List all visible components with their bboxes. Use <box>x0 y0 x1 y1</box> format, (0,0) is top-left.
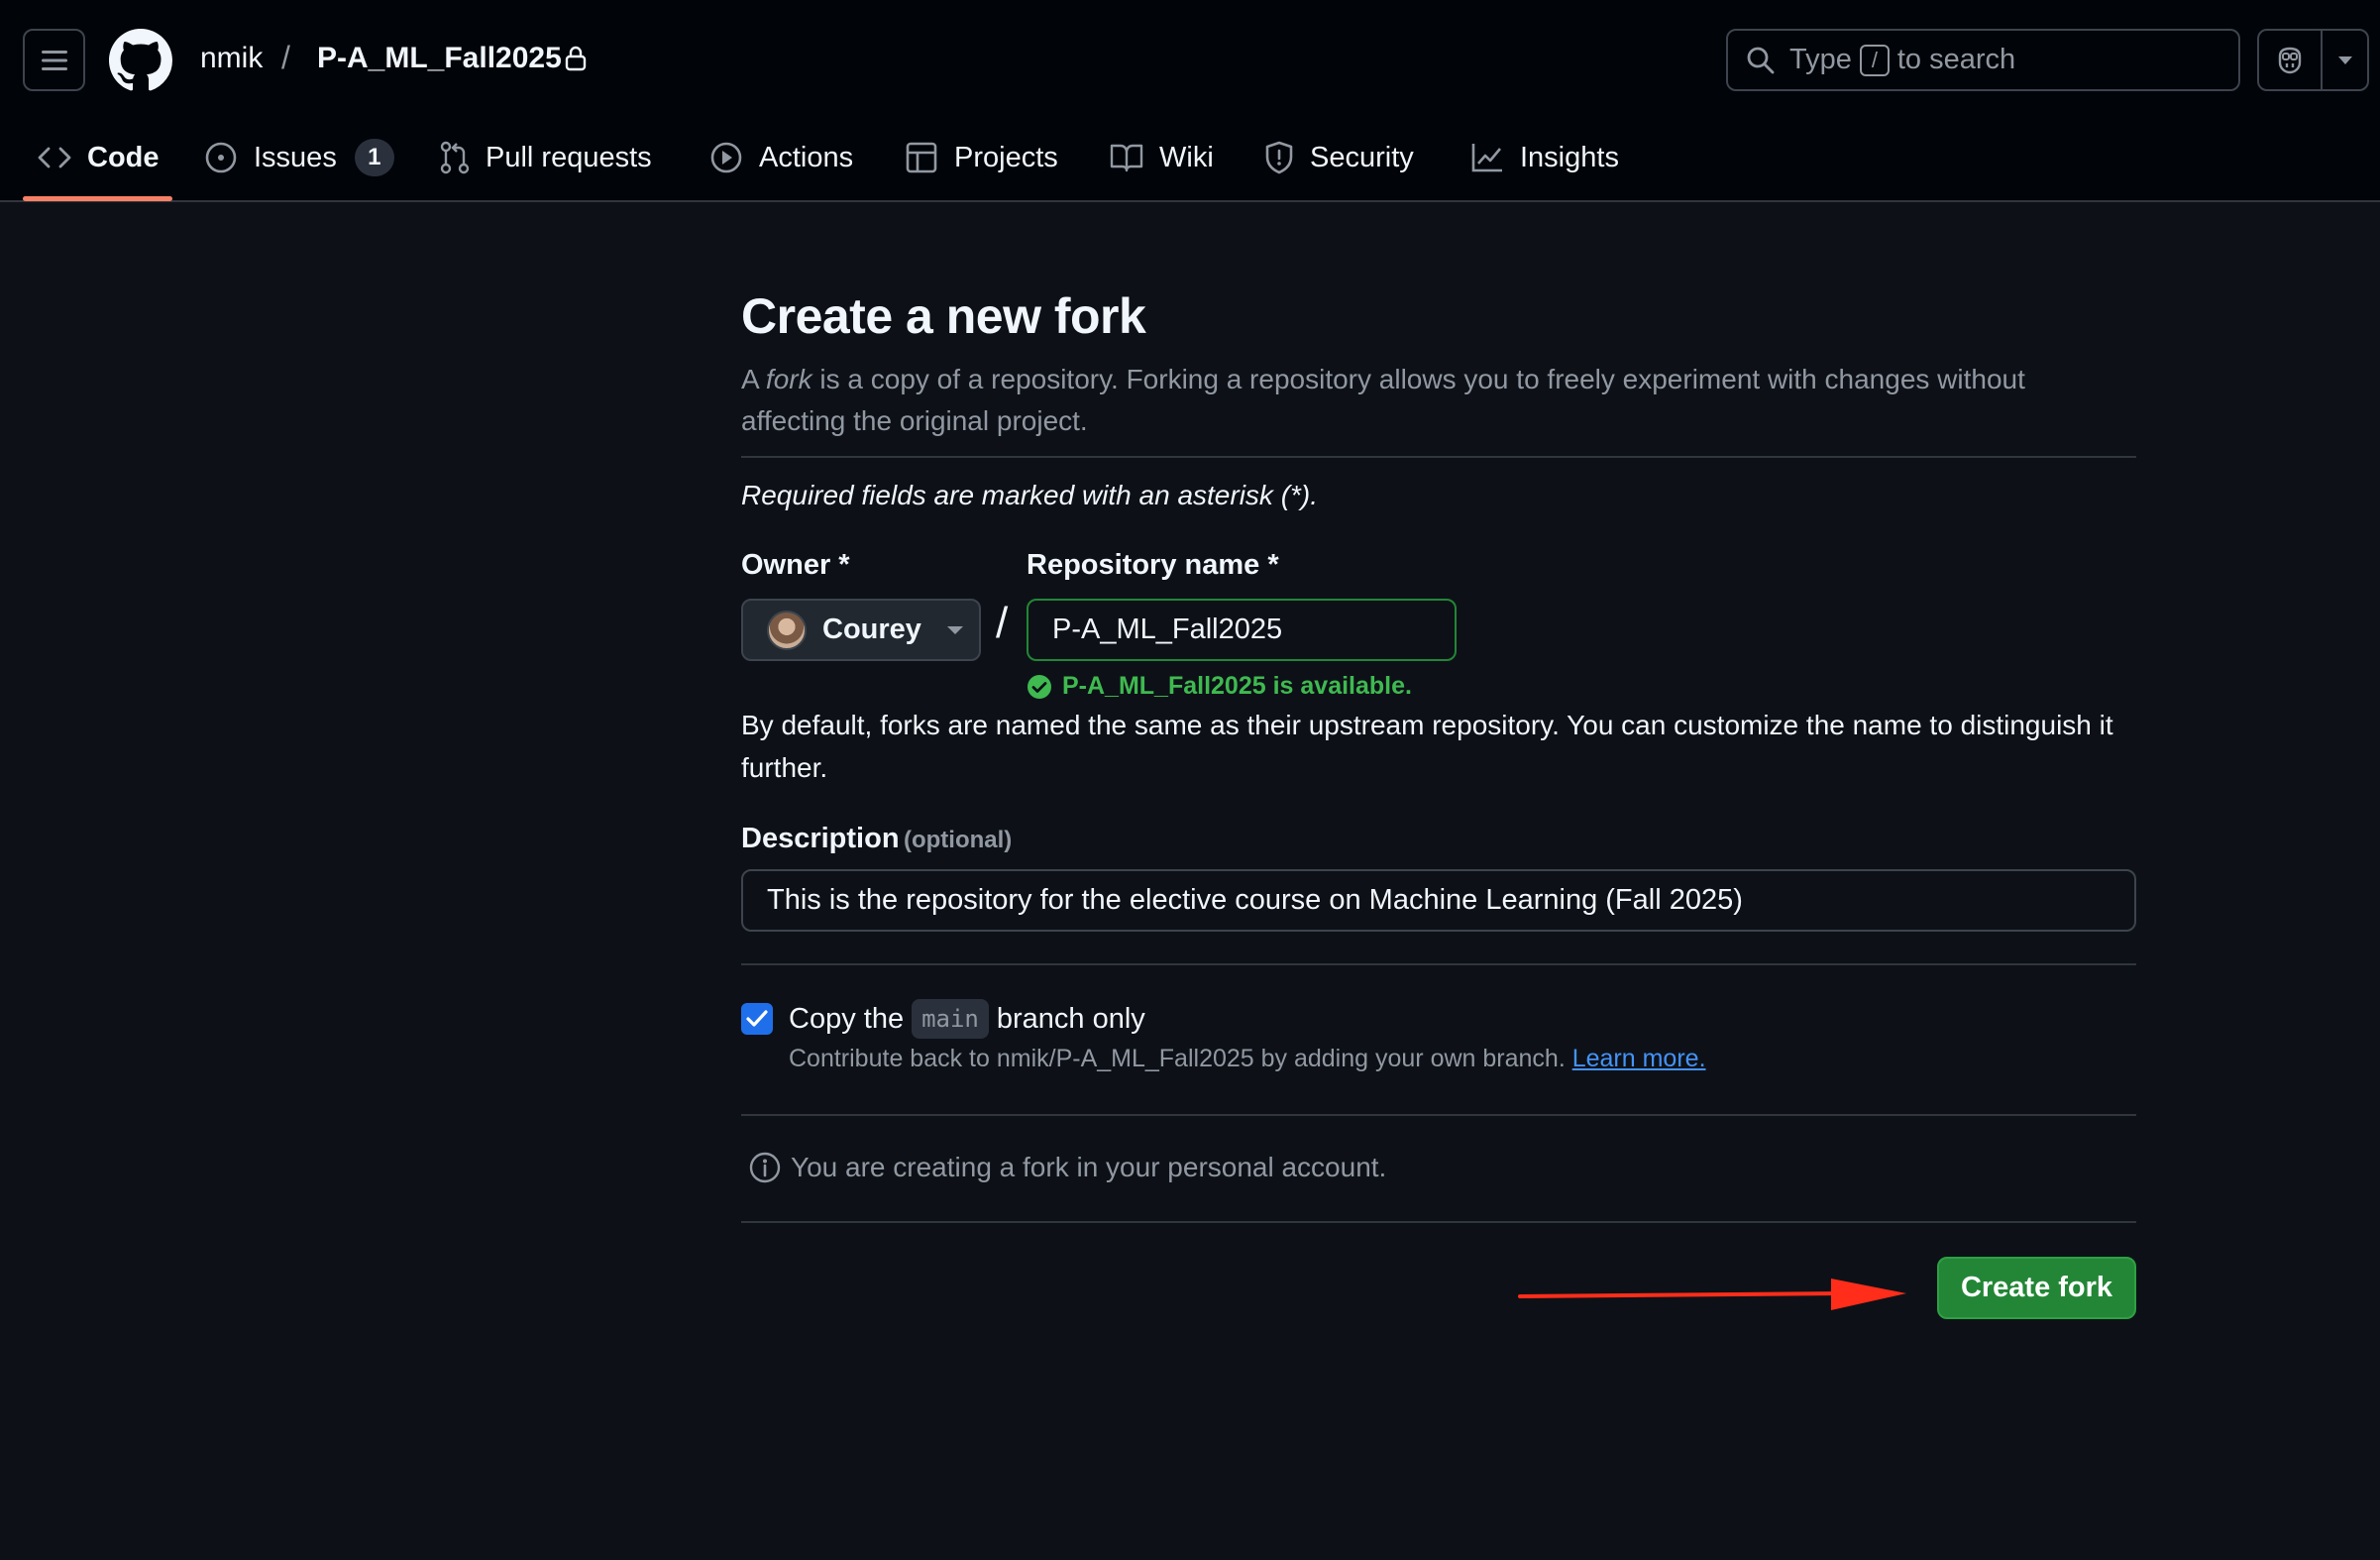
owner-repo-labels: Owner * Repository name * <box>741 549 2136 585</box>
branch-name-chip: main <box>912 999 989 1039</box>
active-tab-indicator <box>23 196 172 201</box>
code-icon <box>38 147 71 168</box>
hamburger-icon <box>41 50 67 70</box>
required-note: Required fields are marked with an aster… <box>741 480 1319 510</box>
learn-more-link[interactable]: Learn more. <box>1572 1045 1706 1072</box>
subtitle-em: fork <box>765 364 812 394</box>
copy-branch-label[interactable]: Copy the main branch only <box>789 999 1145 1039</box>
copilot-open[interactable] <box>2259 31 2323 89</box>
divider <box>741 1114 2136 1116</box>
lock-icon <box>565 46 587 71</box>
description-label-text: Description <box>741 823 900 854</box>
tab-pull-requests-label: Pull requests <box>486 141 652 173</box>
description-optional: (optional) <box>903 827 1013 853</box>
issue-icon <box>205 142 237 173</box>
divider <box>741 456 2136 458</box>
naming-note: By default, forks are named the same as … <box>741 710 2113 783</box>
search-suffix: to search <box>1896 44 2016 75</box>
check-circle-icon <box>1028 674 1051 699</box>
info-text: You are creating a fork in your personal… <box>791 1152 1387 1182</box>
tab-wiki-label: Wiki <box>1159 141 1214 173</box>
page-subtitle: A fork is a copy of a repository. Forkin… <box>741 359 2136 442</box>
tab-security[interactable]: Security <box>1264 125 1414 190</box>
tab-pull-requests[interactable]: Pull requests <box>440 125 652 190</box>
description-label: Description (optional) <box>741 823 2136 855</box>
tab-insights-label: Insights <box>1520 141 1619 173</box>
subtitle-pre: A <box>741 364 766 394</box>
repository-name-input[interactable]: P-A_ML_Fall2025 <box>1027 599 1457 661</box>
issues-count-badge: 1 <box>354 139 394 176</box>
repo-nav: Code Issues 1 Pull requests Actions Proj… <box>0 125 2380 202</box>
owner-repo-separator: / <box>996 599 1009 647</box>
tab-code[interactable]: Code <box>38 125 160 190</box>
tab-wiki[interactable]: Wiki <box>1110 125 1214 190</box>
copy-branch-pre: Copy the <box>789 1002 905 1035</box>
table-icon <box>906 142 937 173</box>
app-header: nmik / P-A_ML_Fall2025 Type / to search <box>0 0 2380 202</box>
menu-button[interactable] <box>23 29 85 91</box>
divider <box>741 963 2136 965</box>
avatar <box>767 610 807 650</box>
tab-insights[interactable]: Insights <box>1470 125 1619 190</box>
page-title: Create a new fork <box>741 288 1146 344</box>
description-value: This is the repository for the elective … <box>767 884 1743 916</box>
subtitle-post: is a copy of a repository. Forking a rep… <box>741 364 2025 436</box>
repo-name-label: Repository name * <box>1027 549 1279 581</box>
copy-branch-option: Copy the main branch only Contribute bac… <box>741 999 2136 1084</box>
book-icon <box>1110 144 1143 172</box>
create-fork-button[interactable]: Create fork <box>1937 1257 2136 1319</box>
owner-repo-row: Courey / P-A_ML_Fall2025 P-A_ML_Fall2025… <box>741 599 2136 706</box>
copilot-dropdown[interactable] <box>2323 56 2367 65</box>
triangle-down-icon <box>946 625 963 634</box>
shield-icon <box>1265 141 1293 174</box>
check-icon <box>746 1010 768 1027</box>
search-input[interactable]: Type / to search <box>1726 29 2240 91</box>
owner-select[interactable]: Courey <box>741 599 981 661</box>
tab-actions-label: Actions <box>759 141 854 173</box>
copy-branch-post: branch only <box>996 1002 1145 1035</box>
tab-issues[interactable]: Issues 1 <box>204 125 394 190</box>
availability-text: P-A_ML_Fall2025 is available. <box>1062 672 1412 700</box>
tab-issues-label: Issues <box>254 141 337 173</box>
repository-name-value: P-A_ML_Fall2025 <box>1052 613 1283 645</box>
fork-form: Create a new fork A fork is a copy of a … <box>741 287 2136 1319</box>
pull-request-icon <box>440 141 470 174</box>
search-shortcut-key: / <box>1859 44 1890 76</box>
description-input[interactable]: This is the repository for the elective … <box>741 869 2136 932</box>
copy-branch-hint-text: Contribute back to nmik/P-A_ML_Fall2025 … <box>789 1045 1566 1072</box>
breadcrumb-separator: / <box>281 40 290 75</box>
owner-value: Courey <box>822 613 921 645</box>
graph-icon <box>1471 144 1502 172</box>
copy-branch-hint: Contribute back to nmik/P-A_ML_Fall2025 … <box>789 1045 1706 1073</box>
breadcrumb-repo[interactable]: P-A_ML_Fall2025 <box>317 42 562 75</box>
info-message: You are creating a fork in your personal… <box>749 1152 2136 1183</box>
search-icon <box>1747 47 1775 73</box>
copy-main-branch-checkbox[interactable] <box>741 1003 773 1035</box>
copilot-button[interactable] <box>2257 29 2369 91</box>
info-icon <box>749 1152 781 1183</box>
tab-projects[interactable]: Projects <box>905 125 1058 190</box>
annotation-arrow <box>1518 1279 1906 1310</box>
tab-actions[interactable]: Actions <box>709 125 853 190</box>
owner-label: Owner * <box>741 549 850 581</box>
tab-projects-label: Projects <box>954 141 1058 173</box>
search-prefix: Type <box>1789 44 1852 75</box>
breadcrumb-owner[interactable]: nmik <box>200 42 263 75</box>
divider <box>741 1221 2136 1223</box>
triangle-down-icon <box>2337 56 2352 64</box>
tab-code-label: Code <box>87 141 160 173</box>
github-logo-icon[interactable] <box>109 29 172 92</box>
copilot-icon <box>2278 47 2302 73</box>
play-icon <box>710 142 742 173</box>
tab-security-label: Security <box>1310 141 1414 173</box>
form-actions: Create fork <box>741 1257 2136 1319</box>
availability-message: P-A_ML_Fall2025 is available. <box>1027 672 1412 701</box>
